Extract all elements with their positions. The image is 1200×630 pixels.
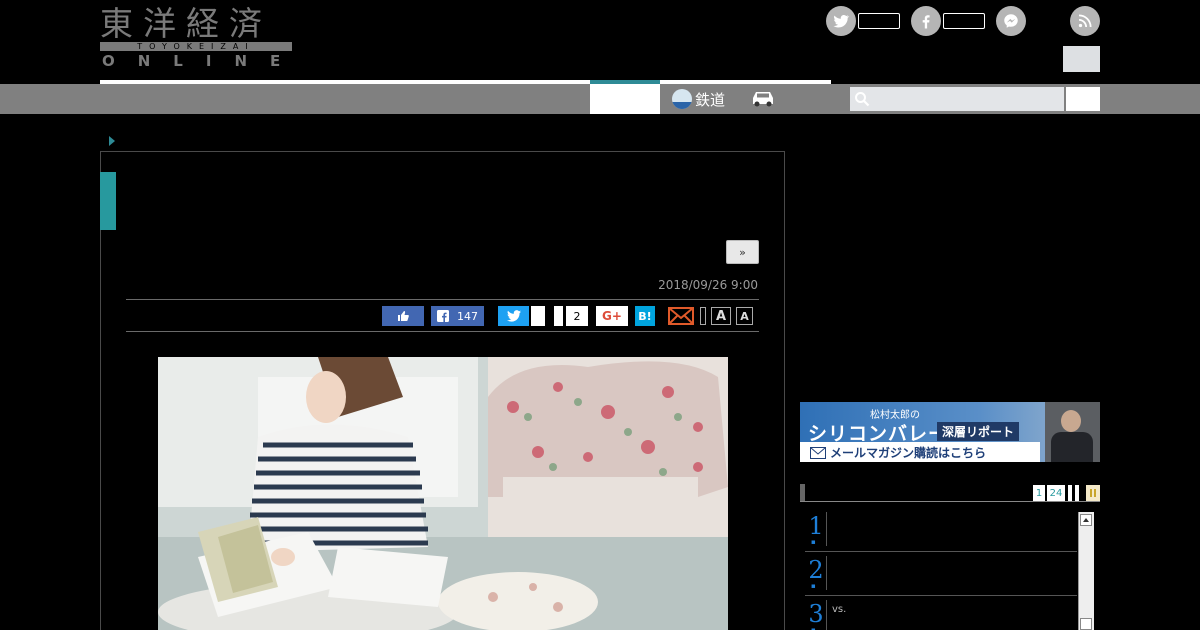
header-menu-button[interactable] bbox=[1063, 46, 1100, 72]
banner-portrait bbox=[1045, 402, 1100, 462]
train-icon bbox=[672, 89, 692, 109]
ranking-item[interactable]: 2 ▪ bbox=[805, 556, 1077, 596]
ranking-scrollbar[interactable] bbox=[1078, 512, 1094, 630]
article-photo bbox=[158, 357, 728, 630]
next-page-button[interactable]: » bbox=[726, 240, 759, 264]
twitter-share-button[interactable] bbox=[498, 306, 529, 326]
print-button[interactable] bbox=[700, 307, 706, 325]
ranking-tab-b[interactable] bbox=[1075, 485, 1079, 501]
mail-icon[interactable] bbox=[668, 306, 694, 326]
search-button[interactable] bbox=[1066, 87, 1100, 111]
rank-suffix-icon: ▪ bbox=[811, 538, 816, 546]
hatena-count-box bbox=[554, 306, 563, 326]
scroll-down-icon[interactable] bbox=[1080, 618, 1092, 630]
rank-number: 2 bbox=[808, 556, 824, 584]
facebook-icon bbox=[922, 15, 930, 29]
ranking-list: 1 ▪ 2 ▪ 3 ▪ vs. bbox=[805, 512, 1077, 630]
ranking-header-rule bbox=[800, 501, 1100, 502]
rss-button[interactable] bbox=[1070, 6, 1100, 36]
rank-number: 1 bbox=[808, 512, 824, 540]
rss-icon bbox=[1078, 14, 1092, 28]
site-logo[interactable]: 東洋経済 TOYOKEIZAI ONLINE bbox=[100, 6, 292, 70]
search-icon bbox=[855, 92, 870, 107]
breadcrumb-arrow-icon[interactable] bbox=[109, 136, 115, 146]
article-date: 2018/09/26 9:00 bbox=[658, 278, 758, 292]
thumbs-up-icon bbox=[398, 311, 409, 321]
page: 東洋経済 TOYOKEIZAI ONLINE 鉄道 » 2018/09/26 9… bbox=[0, 0, 1200, 630]
logo-band: TOYOKEIZAI bbox=[100, 42, 292, 51]
logo-online: ONLINE bbox=[102, 52, 304, 70]
twitter-share-count bbox=[531, 306, 545, 326]
rank-number: 3 bbox=[808, 600, 824, 628]
banner-tag: 深層リポート bbox=[937, 422, 1020, 441]
font-size-small-button[interactable]: A bbox=[736, 307, 753, 325]
ranking-pause-icon[interactable] bbox=[1086, 485, 1100, 501]
nav-tab-railway[interactable]: 鉄道 bbox=[672, 86, 725, 112]
twitter-icon bbox=[833, 14, 850, 28]
nav-tab-railway-label: 鉄道 bbox=[695, 90, 726, 109]
header-facebook-count bbox=[943, 13, 985, 29]
facebook-share-button[interactable]: 147 bbox=[431, 306, 484, 326]
envelope-icon bbox=[810, 447, 826, 459]
share-bottom-rule bbox=[126, 331, 759, 332]
scroll-up-icon[interactable] bbox=[1080, 514, 1092, 526]
ranking-tab-a[interactable] bbox=[1068, 485, 1072, 501]
ranking-page-24[interactable]: 24 bbox=[1047, 485, 1065, 501]
search-input[interactable] bbox=[850, 87, 1064, 111]
facebook-square-icon bbox=[437, 310, 449, 322]
header-twitter-button[interactable] bbox=[826, 6, 856, 36]
rank-suffix-icon: ▪ bbox=[811, 582, 816, 590]
car-icon[interactable] bbox=[750, 88, 776, 108]
ranking-page-1[interactable]: 1 bbox=[1033, 485, 1045, 501]
facebook-share-count: 147 bbox=[457, 309, 478, 323]
twitter-bird-icon bbox=[506, 310, 521, 322]
header-messenger-button[interactable] bbox=[996, 6, 1026, 36]
google-plus-button[interactable]: G+ bbox=[596, 306, 628, 326]
facebook-like-button[interactable] bbox=[382, 306, 424, 326]
ranking-header-accent bbox=[800, 484, 805, 502]
header-twitter-count bbox=[858, 13, 900, 29]
hatena-bookmark-button[interactable]: B! bbox=[635, 306, 655, 326]
newsletter-banner[interactable]: 松村太郎の シリコンバレー 深層リポート メールマガジン購読はこちら bbox=[800, 402, 1100, 462]
share-top-rule bbox=[126, 299, 759, 300]
rank-suffix-icon: ▪ bbox=[811, 626, 816, 630]
font-size-large-button[interactable]: A bbox=[711, 307, 731, 325]
title-accent-bar bbox=[100, 172, 116, 230]
nav-active-tab[interactable] bbox=[590, 84, 660, 114]
hatena-bookmark-count: 2 bbox=[566, 306, 588, 326]
header-facebook-button[interactable] bbox=[911, 6, 941, 36]
banner-mail-text: メールマガジン購読はこちら bbox=[830, 446, 987, 460]
messenger-icon bbox=[1004, 14, 1018, 28]
ranking-item[interactable]: 3 ▪ vs. bbox=[805, 600, 1077, 630]
ranking-item[interactable]: 1 ▪ bbox=[805, 512, 1077, 552]
logo-kanji: 東洋経済 bbox=[100, 4, 272, 43]
rank-title: vs. bbox=[832, 604, 847, 615]
